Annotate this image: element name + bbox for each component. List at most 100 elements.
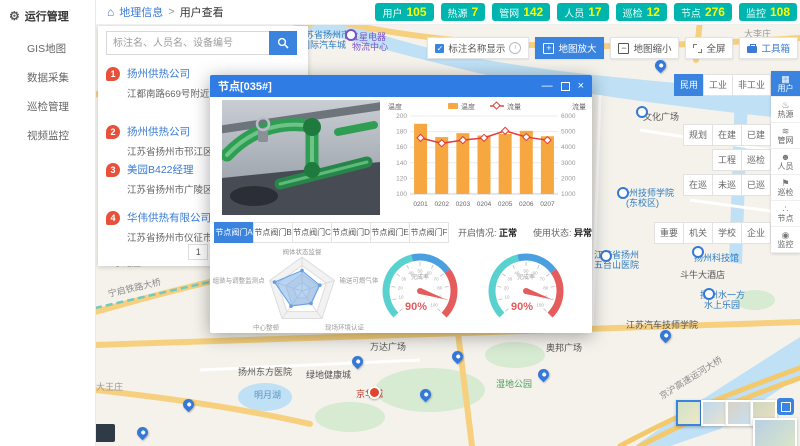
circ-blue-marker[interactable] xyxy=(692,246,704,258)
filter-built[interactable]: 已建 xyxy=(741,124,771,146)
plus-box-icon: + xyxy=(543,43,554,54)
rail-label: 巡检 xyxy=(778,188,794,197)
rail-item-nodes[interactable]: ∴节点 xyxy=(771,201,800,227)
filter-not-patrolled[interactable]: 未巡 xyxy=(712,174,742,196)
toolbox-button[interactable]: 工具箱 xyxy=(739,37,798,59)
svg-text:5000: 5000 xyxy=(561,129,576,136)
label-visibility-toggle[interactable]: ✓ 标注名称显示 i xyxy=(427,37,529,59)
rail-item-heat-sources[interactable]: ♨热源 xyxy=(771,97,800,123)
stat-badge-nodes[interactable]: 节点276 xyxy=(674,3,732,21)
modal-header[interactable]: 节点[035#] — × xyxy=(210,75,592,97)
node-3d-render[interactable] xyxy=(222,100,380,215)
maximize-icon[interactable] xyxy=(561,82,570,91)
sidebar-item-gis-map[interactable]: GIS地图 xyxy=(0,34,95,63)
circ-blue-marker[interactable] xyxy=(703,288,715,300)
filter-enterprise[interactable]: 企业 xyxy=(741,222,771,244)
stat-badge-heat-sources[interactable]: 热源7 xyxy=(441,3,486,21)
status-field: 开启情况: 正常 xyxy=(458,226,517,239)
sidebar-title: ⚙ 运行管理 xyxy=(0,0,95,34)
rail-item-users[interactable]: ▦用户 xyxy=(771,71,800,97)
rail-label: 管网 xyxy=(778,136,794,145)
stat-badge-staff[interactable]: 人员17 xyxy=(557,3,608,21)
circ-blue-marker[interactable] xyxy=(600,250,612,262)
tab-valve-4[interactable]: 节点阀门E xyxy=(370,222,410,243)
fullscreen-label: 全屏 xyxy=(706,41,725,55)
home-icon[interactable]: ⌂ xyxy=(107,5,114,19)
tab-valve-5[interactable]: 节点阀门F xyxy=(409,222,449,243)
rail-item-staff[interactable]: ☻人员 xyxy=(771,149,800,175)
dot-red-marker[interactable] xyxy=(368,386,381,399)
rail-item-patrol[interactable]: ⚑巡检 xyxy=(771,175,800,201)
rail-label: 监控 xyxy=(778,240,794,249)
stat-value: 17 xyxy=(588,5,601,19)
svg-text:1000: 1000 xyxy=(561,191,576,198)
stats-bar: 用户105 热源7 管网142 人员17 巡检12 节点276 监控108 xyxy=(375,3,800,21)
svg-text:完成率: 完成率 xyxy=(517,273,535,281)
filter-planned[interactable]: 规划 xyxy=(683,124,713,146)
tab-valve-0[interactable]: 节点阀门A xyxy=(214,222,254,243)
stat-badge-pipelines[interactable]: 管网142 xyxy=(492,3,550,21)
filter-non-industry[interactable]: 非工业 xyxy=(732,74,771,96)
rail-item-monitors[interactable]: ◉监控 xyxy=(771,227,800,253)
pipeline-icon: ≋ xyxy=(782,126,790,136)
close-icon[interactable]: × xyxy=(578,81,584,92)
filter-engineering[interactable]: 工程 xyxy=(712,149,742,171)
app-root: 江苏省扬州市国际汽车城五星电器物流中心大李庄江平东路文化广场扬州技师学院(东校区… xyxy=(0,0,800,446)
map-preview-tile[interactable] xyxy=(726,400,752,426)
rail-label: 用户 xyxy=(778,84,794,93)
filter-important[interactable]: 重要 xyxy=(654,222,684,244)
stat-label: 热源 xyxy=(448,5,468,20)
numbered-pin-icon: 3 xyxy=(106,163,120,177)
stat-badge-monitors[interactable]: 监控108 xyxy=(739,3,797,21)
page-1[interactable]: 1 xyxy=(188,244,208,260)
filter-building[interactable]: 在建 xyxy=(712,124,742,146)
filter-inspection[interactable]: 巡检 xyxy=(741,149,771,171)
node-icon: ∴ xyxy=(783,204,789,214)
svg-text:0206: 0206 xyxy=(519,201,534,208)
search-button[interactable] xyxy=(269,31,297,55)
svg-text:6000: 6000 xyxy=(561,113,576,120)
circ-blue-marker[interactable] xyxy=(617,187,629,199)
filter-civil[interactable]: 民用 xyxy=(674,74,704,96)
completion-gauge-2: 102030405060708090100完成率90% xyxy=(478,247,574,333)
tab-valve-2[interactable]: 节点阀门C xyxy=(292,222,332,243)
map-area[interactable]: 江苏省扬州市国际汽车城五星电器物流中心大李庄江平东路文化广场扬州技师学院(东校区… xyxy=(95,24,800,446)
circ-blue-marker[interactable] xyxy=(636,106,648,118)
zoom-out-button[interactable]: − 地图缩小 xyxy=(610,37,679,59)
collapsed-panel[interactable] xyxy=(95,424,115,442)
map-preview-tile[interactable] xyxy=(676,400,702,426)
zoom-in-button[interactable]: + 地图放大 xyxy=(535,37,604,59)
sidebar-item-data-collection[interactable]: 数据采集 xyxy=(0,63,95,92)
svg-text:70: 70 xyxy=(434,277,440,282)
checkbox-checked-icon[interactable]: ✓ xyxy=(435,44,444,53)
tab-valve-3[interactable]: 节点阀门D xyxy=(331,222,371,243)
breadcrumb-section[interactable]: 地理信息 xyxy=(119,4,163,20)
map-label: 万达广场 xyxy=(370,340,406,353)
search-input[interactable] xyxy=(106,31,269,55)
map-label: 明月湖 xyxy=(254,388,281,401)
filter-government[interactable]: 机关 xyxy=(683,222,713,244)
tab-valve-1[interactable]: 节点阀门B xyxy=(253,222,293,243)
filter-school[interactable]: 学校 xyxy=(712,222,742,244)
layers-button[interactable] xyxy=(777,398,794,415)
minimize-icon[interactable]: — xyxy=(542,81,553,92)
map-preview-tile[interactable] xyxy=(701,400,727,426)
fullscreen-button[interactable]: 全屏 xyxy=(685,37,733,59)
svg-text:0207: 0207 xyxy=(540,201,555,208)
person-icon: ☻ xyxy=(781,152,790,162)
filter-patrolling[interactable]: 在巡 xyxy=(683,174,713,196)
circ-purple-marker[interactable] xyxy=(345,29,357,41)
search-icon xyxy=(277,37,289,49)
sidebar: ⚙ 运行管理 GIS地图数据采集巡检管理视频监控 xyxy=(0,0,96,446)
stat-badge-patrol[interactable]: 巡检12 xyxy=(616,3,667,21)
numbered-pin-icon: 1 xyxy=(106,67,120,81)
sidebar-item-video-monitor[interactable]: 视频监控 xyxy=(0,121,95,150)
filter-patrolled[interactable]: 已巡 xyxy=(741,174,771,196)
rail-item-pipelines[interactable]: ≋管网 xyxy=(771,123,800,149)
map-preview-tile-large[interactable] xyxy=(753,418,797,446)
stat-badge-users[interactable]: 用户105 xyxy=(375,3,433,21)
sidebar-item-patrol-management[interactable]: 巡检管理 xyxy=(0,92,95,121)
filter-industry[interactable]: 工业 xyxy=(703,74,733,96)
map-label: 物流中心 xyxy=(352,40,388,53)
users-icon: ▦ xyxy=(781,74,790,84)
